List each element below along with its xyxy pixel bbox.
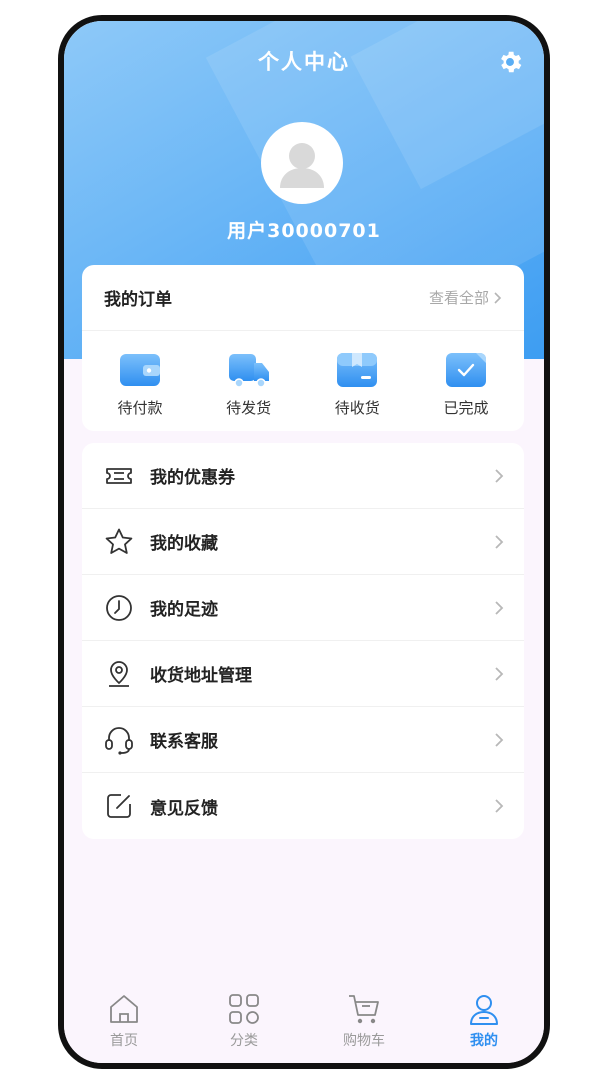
orders-header: 我的订单 查看全部: [82, 265, 524, 331]
menu-list: 我的优惠券 我的收藏 我的足迹 收货地址管理 联系客服 意见反馈: [82, 443, 524, 839]
menu-item-coupons[interactable]: 我的优惠券: [82, 443, 524, 509]
chevron-right-icon: [495, 732, 504, 747]
order-item-label: 已完成: [443, 399, 489, 417]
tab-category[interactable]: 分类: [199, 991, 289, 1050]
tab-label: 购物车: [343, 1033, 385, 1049]
star-icon: [105, 528, 133, 554]
package-icon: [337, 353, 378, 387]
tab-label: 我的: [470, 1033, 498, 1049]
menu-item-label: 联系客服: [150, 732, 218, 752]
truck-icon: [228, 354, 269, 388]
tab-home[interactable]: 首页: [79, 991, 169, 1050]
gear-icon[interactable]: [496, 48, 524, 76]
order-item-label: 待付款: [117, 399, 163, 417]
order-pending-receipt[interactable]: 待收货: [311, 351, 403, 418]
clock-icon: [106, 594, 132, 621]
home-icon: [110, 995, 138, 1023]
chevron-right-icon: [495, 468, 504, 483]
chevron-right-icon: [494, 291, 502, 304]
menu-item-label: 意见反馈: [150, 798, 218, 819]
bottom-tab-bar: 首页 分类 购物车 我的: [64, 985, 544, 1063]
chevron-right-icon: [495, 666, 504, 681]
menu-item-customer-service[interactable]: 联系客服: [82, 707, 524, 773]
chevron-right-icon: [495, 799, 504, 813]
wallet-icon: [120, 354, 160, 386]
menu-item-address[interactable]: 收货地址管理: [82, 641, 524, 707]
view-all-label: 查看全部: [428, 289, 489, 307]
chevron-right-icon: [495, 600, 504, 615]
tab-cart[interactable]: 购物车: [319, 991, 409, 1050]
order-item-label: 待发货: [226, 399, 272, 417]
tab-profile[interactable]: 我的: [439, 991, 529, 1050]
menu-item-history[interactable]: 我的足迹: [82, 575, 524, 641]
menu-item-favorites[interactable]: 我的收藏: [82, 509, 524, 575]
chevron-right-icon: [495, 534, 504, 549]
order-pending-payment[interactable]: 待付款: [94, 351, 186, 418]
tab-label: 首页: [110, 1033, 138, 1049]
menu-item-feedback[interactable]: 意见反馈: [82, 773, 524, 839]
user-icon: [470, 995, 498, 1025]
orders-card: 我的订单 查看全部 待付款 待发货 待收货 已完成: [82, 265, 524, 431]
avatar[interactable]: [261, 122, 343, 204]
menu-item-label: 我的足迹: [150, 600, 218, 620]
check-icon: [445, 353, 486, 387]
cart-icon: [349, 995, 379, 1024]
menu-item-label: 收货地址管理: [150, 666, 252, 686]
view-all-orders-link[interactable]: 查看全部: [429, 287, 502, 308]
order-completed[interactable]: 已完成: [420, 351, 512, 418]
order-pending-shipment[interactable]: 待发货: [203, 351, 295, 418]
tab-label: 分类: [230, 1033, 258, 1049]
orders-title: 我的订单: [104, 290, 172, 310]
user-avatar-icon: [280, 143, 324, 188]
headset-icon: [105, 726, 133, 755]
phone-frame: 个人中心 用户30000701 我的订单 查看全部 待付款 待发货 待收货 已完…: [58, 15, 550, 1069]
edit-icon: [107, 794, 131, 818]
menu-item-label: 我的优惠券: [150, 468, 235, 488]
ticket-icon: [106, 467, 132, 484]
menu-item-label: 我的收藏: [150, 534, 218, 554]
category-icon: [229, 994, 259, 1024]
page-title: 个人中心: [258, 50, 350, 74]
location-pin-icon: [109, 660, 129, 687]
username: 用户30000701: [227, 220, 381, 242]
order-item-label: 待收货: [334, 399, 380, 417]
